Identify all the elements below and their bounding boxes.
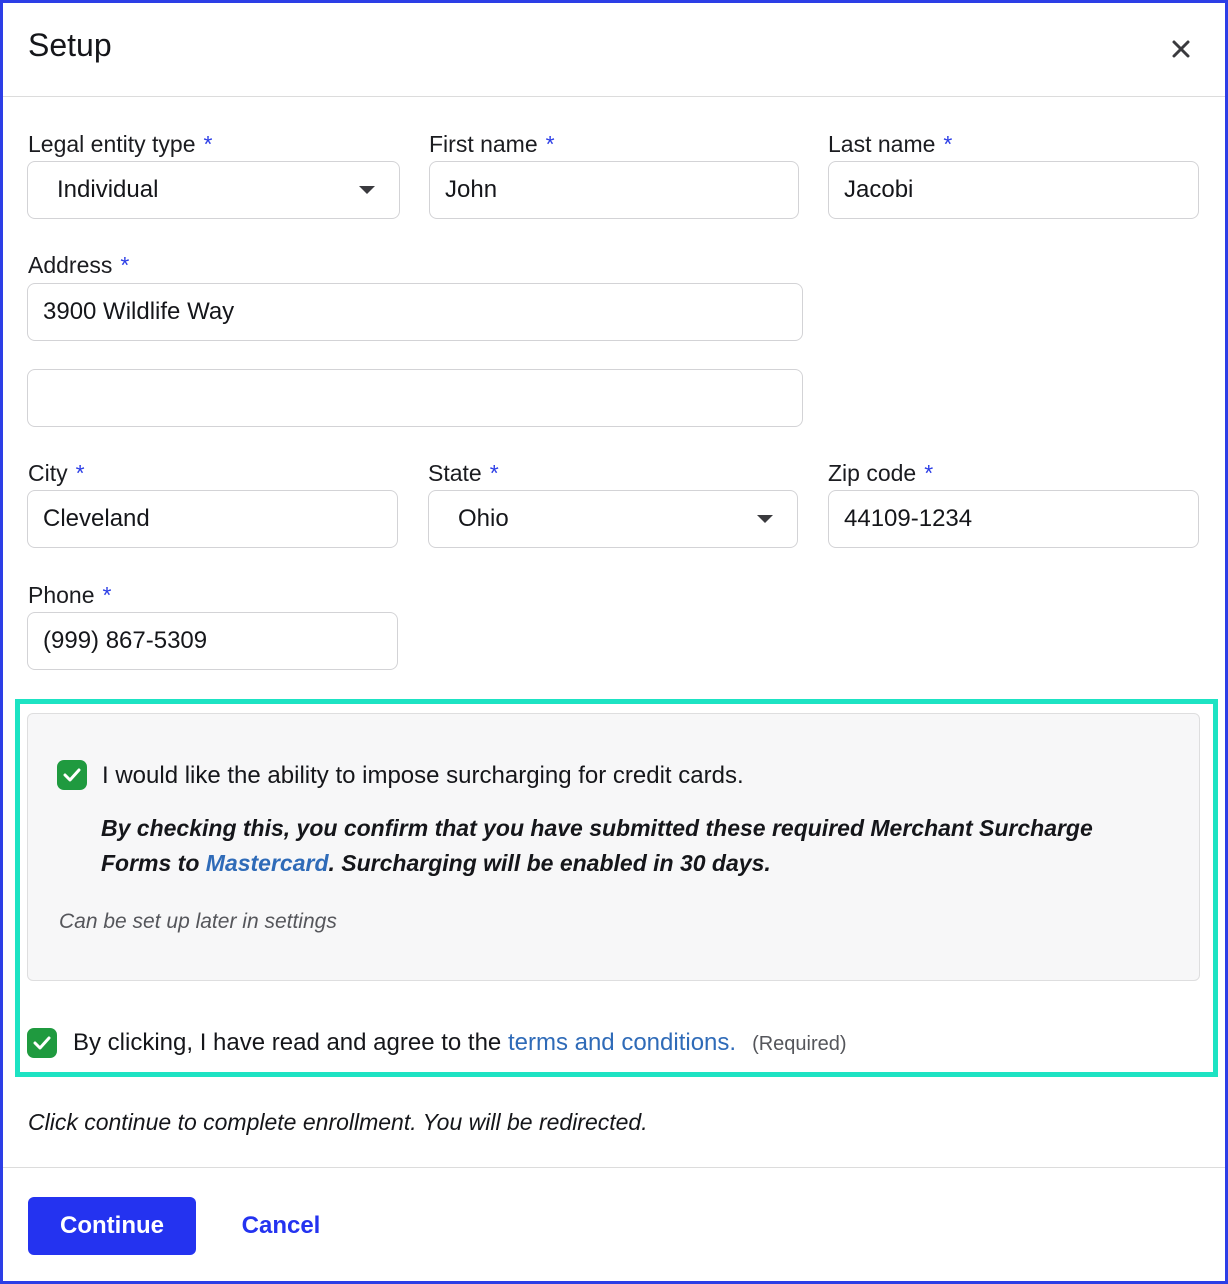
checkmark-icon	[63, 768, 81, 782]
terms-checkbox-label: By clicking, I have read and agree to th…	[73, 1029, 847, 1056]
legal-entity-type-value: Individual	[57, 176, 159, 203]
phone-field[interactable]: (999) 867-5309	[27, 612, 398, 670]
required-note: (Required)	[752, 1033, 847, 1055]
address-label: Address *	[28, 252, 130, 278]
footer-divider	[3, 1167, 1225, 1168]
city-label: City *	[28, 460, 85, 486]
required-marker: *	[489, 460, 499, 486]
dialog-header: Setup	[3, 3, 1225, 97]
city-field[interactable]: Cleveland	[27, 490, 398, 548]
required-marker: *	[203, 131, 213, 157]
legal-entity-type-select[interactable]: Individual	[27, 161, 400, 219]
setup-dialog: Setup Legal entity type * Individual Firs…	[0, 0, 1228, 1284]
terms-checkbox[interactable]	[27, 1028, 57, 1058]
required-marker: *	[924, 460, 934, 486]
last-name-value: Jacobi	[844, 176, 914, 203]
checkmark-icon	[33, 1036, 51, 1050]
close-icon	[1172, 40, 1190, 58]
state-select[interactable]: Ohio	[428, 490, 798, 548]
address-line2-field[interactable]	[27, 369, 803, 427]
address-line1-value: 3900 Wildlife Way	[43, 298, 235, 325]
address-line1-field[interactable]: 3900 Wildlife Way	[27, 283, 803, 341]
first-name-label: First name *	[429, 131, 555, 157]
required-marker: *	[102, 582, 112, 608]
legal-entity-type-label: Legal entity type *	[28, 131, 213, 157]
required-marker: *	[545, 131, 555, 157]
city-value: Cleveland	[43, 505, 150, 532]
surcharge-notice: By checking this, you confirm that you h…	[101, 815, 1093, 876]
chevron-down-icon	[757, 515, 773, 523]
phone-label: Phone *	[28, 582, 112, 608]
mastercard-link[interactable]: Mastercard	[206, 850, 329, 876]
first-name-value: John	[445, 176, 498, 203]
required-marker: *	[943, 131, 953, 157]
close-button[interactable]	[1161, 29, 1201, 69]
phone-value: (999) 867-5309	[43, 627, 208, 654]
cancel-button[interactable]: Cancel	[219, 1197, 343, 1255]
required-marker: *	[120, 252, 130, 278]
zip-code-value: 44109-1234	[844, 505, 973, 532]
state-value: Ohio	[458, 505, 509, 532]
setup-later-hint: Can be set up later in settings	[59, 910, 337, 933]
surcharge-checkbox[interactable]	[57, 760, 87, 790]
last-name-field[interactable]: Jacobi	[828, 161, 1199, 219]
first-name-field[interactable]: John	[429, 161, 799, 219]
zip-code-field[interactable]: 44109-1234	[828, 490, 1199, 548]
last-name-label: Last name *	[828, 131, 953, 157]
surcharge-checkbox-label: I would like the ability to impose surch…	[102, 762, 744, 789]
required-marker: *	[75, 460, 85, 486]
terms-link[interactable]: terms and conditions.	[508, 1029, 736, 1056]
state-label: State *	[428, 460, 499, 486]
zip-code-label: Zip code *	[828, 460, 934, 486]
continue-button[interactable]: Continue	[28, 1197, 196, 1255]
chevron-down-icon	[359, 186, 375, 194]
redirect-note: Click continue to complete enrollment. Y…	[28, 1109, 648, 1135]
dialog-title: Setup	[28, 27, 112, 63]
